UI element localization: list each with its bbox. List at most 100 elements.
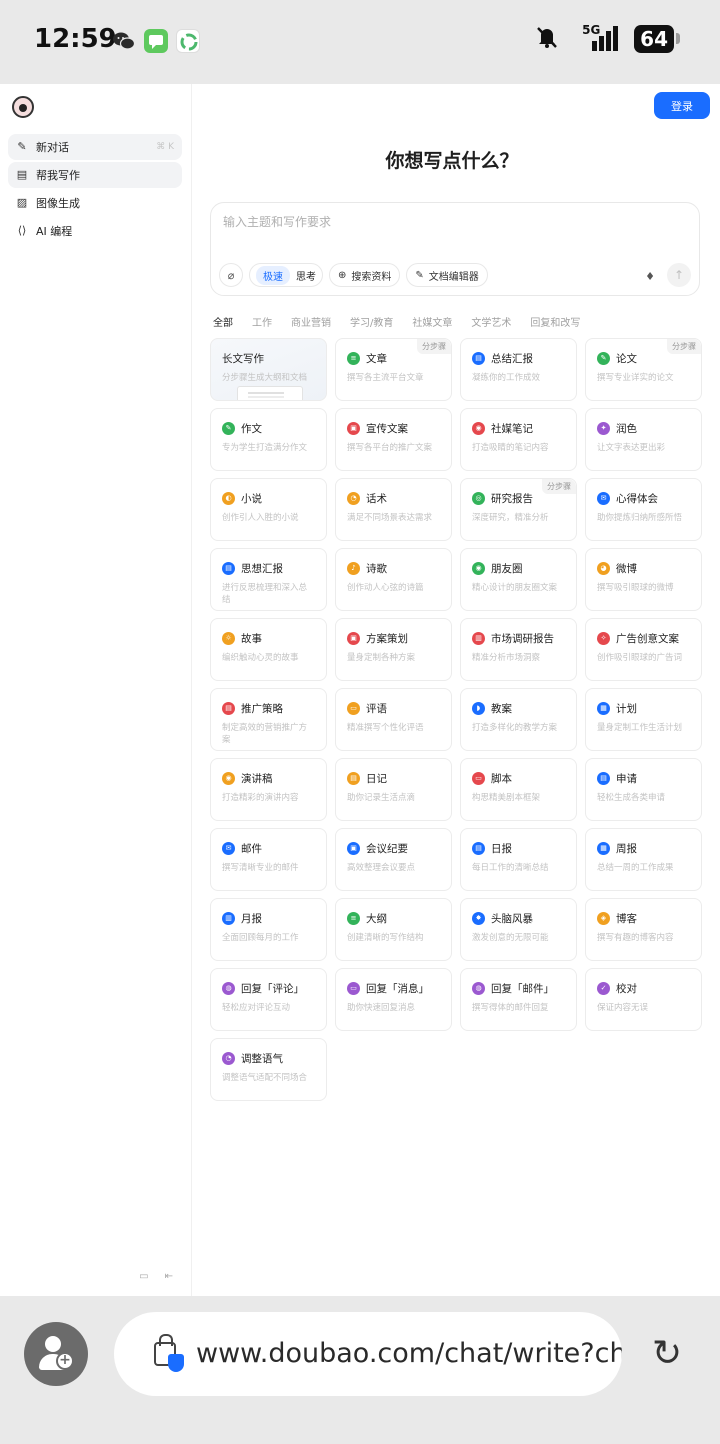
tab-1[interactable]: 工作: [252, 314, 272, 329]
tab-6[interactable]: 回复和改写: [530, 314, 580, 329]
wechat-icon: [112, 29, 136, 53]
card-description: 撰写吸引眼球的微博: [597, 583, 674, 593]
tab-5[interactable]: 文学艺术: [471, 314, 511, 329]
card-icon: ✎: [597, 352, 610, 365]
tab-4[interactable]: 社媒文章: [412, 314, 452, 329]
collapse-sidebar-icon[interactable]: ⇤: [165, 1271, 173, 1282]
template-card[interactable]: ▣ 方案策划 量身定制各种方案: [335, 618, 452, 681]
template-card[interactable]: ✸ 头脑风暴 激发创意的无限可能: [460, 898, 577, 961]
template-card[interactable]: ✦ 润色 让文字表达更出彩: [585, 408, 702, 471]
card-icon: ◍: [222, 982, 235, 995]
template-card[interactable]: ▭ 回复「消息」 助你快速回复消息: [335, 968, 452, 1031]
send-button[interactable]: ↑: [667, 263, 691, 287]
mode-fast-button[interactable]: 极速: [256, 265, 290, 285]
template-card[interactable]: ▦ 周报 总结一周的工作成果: [585, 828, 702, 891]
template-card[interactable]: ◍ 回复「评论」 轻松应对评论互动: [210, 968, 327, 1031]
card-icon: ◔: [347, 492, 360, 505]
card-icon: ▭: [472, 772, 485, 785]
card-description: 撰写专业详实的论文: [597, 373, 674, 383]
search-button[interactable]: ⊕ 搜索资料: [329, 263, 401, 287]
tab-2[interactable]: 商业营销: [291, 314, 331, 329]
card-title: 推广策略: [241, 703, 283, 715]
sidebar-item-label: AI 编程: [36, 225, 73, 238]
template-card[interactable]: ▤ 推广策略 制定高效的营销推广方案: [210, 688, 327, 751]
card-title: 调整语气: [241, 1053, 283, 1065]
template-card[interactable]: ▤ 思想汇报 进行反思梳理和深入总结: [210, 548, 327, 611]
template-card[interactable]: ≡ 文章 撰写各主流平台文章 分步骤: [335, 338, 452, 401]
card-description: 轻松生成各类申请: [597, 793, 666, 803]
template-card[interactable]: ▭ 评语 精准撰写个性化评语: [335, 688, 452, 751]
mode-think-button[interactable]: 思考: [296, 268, 316, 283]
address-bar[interactable]: www.doubao.com/chat/write?ch: [114, 1312, 622, 1396]
template-card[interactable]: ✉ 邮件 撰写清晰专业的邮件: [210, 828, 327, 891]
template-card[interactable]: ▥ 月报 全面回顾每月的工作: [210, 898, 327, 961]
document-preview-icon: [237, 386, 303, 400]
microphone-icon[interactable]: ♦: [645, 270, 655, 283]
card-icon: ▥: [222, 912, 235, 925]
card-title: 脚本: [491, 773, 512, 785]
card-header: ◉ 社媒笔记: [472, 421, 565, 436]
card-description: 量身定制工作生活计划: [597, 723, 683, 733]
status-bar: 12:59 5G 64: [0, 0, 720, 84]
template-card[interactable]: ♪ 诗歌 创作动人心弦的诗篇: [335, 548, 452, 611]
tab-3[interactable]: 学习/教育: [350, 314, 393, 329]
template-card[interactable]: ◈ 博客 撰写有趣的博客内容: [585, 898, 702, 961]
template-card[interactable]: ▥ 市场调研报告 精准分析市场洞察: [460, 618, 577, 681]
sidebar-item-write[interactable]: ▤ 帮我写作: [8, 162, 182, 188]
template-card[interactable]: ◎ 研究报告 深度研究，精准分析 分步骤: [460, 478, 577, 541]
feedback-icon[interactable]: ▭: [139, 1271, 148, 1282]
template-card[interactable]: ◔ 调整语气 调整语气适配不同场合: [210, 1038, 327, 1101]
template-card[interactable]: ◉ 朋友圈 精心设计的朋友圈文案: [460, 548, 577, 611]
url-text: www.doubao.com/chat/write?ch: [196, 1338, 622, 1369]
card-title: 文章: [366, 353, 387, 365]
template-card[interactable]: ▭ 脚本构思精美剧本框架: [460, 758, 577, 821]
card-header: ▤ 日报: [472, 841, 565, 856]
template-card[interactable]: ☼ 故事 编织触动心灵的故事: [210, 618, 327, 681]
template-card[interactable]: ✧ 广告创意文案 创作吸引眼球的广告词: [585, 618, 702, 681]
login-button[interactable]: 登录: [654, 92, 710, 119]
card-icon: ✓: [597, 982, 610, 995]
doc-editor-button[interactable]: ✎ 文档编辑器: [406, 263, 488, 287]
template-card[interactable]: ▤ 申请 轻松生成各类申请: [585, 758, 702, 821]
avatar[interactable]: [12, 96, 34, 118]
template-card[interactable]: ◐ 小说 创作引人入胜的小说: [210, 478, 327, 541]
paperclip-icon: ⌀: [227, 268, 235, 282]
template-card[interactable]: ◗ 教案 打造多样化的教学方案: [460, 688, 577, 751]
tab-0[interactable]: 全部: [213, 314, 233, 329]
template-card[interactable]: ✎ 论文 撰写专业详实的论文 分步骤: [585, 338, 702, 401]
card-header: ♪ 诗歌: [347, 561, 440, 576]
template-card[interactable]: ◔ 话术 满足不同场景表达需求: [335, 478, 452, 541]
template-card[interactable]: 长文写作 分步骤生成大纲和文档: [210, 338, 327, 401]
sidebar-item-new-chat[interactable]: ✎ 新对话 ⌘ K: [8, 134, 182, 160]
sidebar-item-code[interactable]: ⟨⟩ AI 编程: [8, 218, 182, 244]
sidebar-item-label: 新对话: [36, 141, 69, 154]
template-card[interactable]: ✎ 作文 专为学生打造满分作文: [210, 408, 327, 471]
template-card[interactable]: ✓ 校对 保证内容无误: [585, 968, 702, 1031]
template-card[interactable]: ▤ 总结汇报 凝练你的工作成效: [460, 338, 577, 401]
template-card[interactable]: ▤ 日报 每日工作的清晰总结: [460, 828, 577, 891]
card-header: ◗ 教案: [472, 701, 565, 716]
template-card[interactable]: ▦ 计划量身定制工作生活计划: [585, 688, 702, 751]
prompt-input[interactable]: 输入主题和写作要求: [223, 213, 331, 230]
card-description: 创建清晰的写作结构: [347, 933, 424, 943]
template-card[interactable]: ◕ 微博 撰写吸引眼球的微博: [585, 548, 702, 611]
template-card[interactable]: ≡ 大纲 创建清晰的写作结构: [335, 898, 452, 961]
category-tabs: 全部 工作 商业营销 学习/教育 社媒文章 文学艺术 回复和改写: [213, 314, 580, 329]
attach-button[interactable]: ⌀: [219, 263, 243, 287]
arrow-up-icon: ↑: [673, 268, 685, 282]
card-description: 撰写各主流平台文章: [347, 373, 424, 383]
card-header: ▦ 计划: [597, 701, 690, 716]
sidebar-item-image[interactable]: ▨ 图像生成: [8, 190, 182, 216]
template-card[interactable]: ▣ 会议纪要 高效整理会议要点: [335, 828, 452, 891]
card-icon: ♪: [347, 562, 360, 575]
card-icon: ◕: [597, 562, 610, 575]
add-account-button[interactable]: +: [24, 1322, 88, 1386]
template-card[interactable]: ✉ 心得体会 助你提炼归纳所感所悟: [585, 478, 702, 541]
card-description: 构思精美剧本框架: [472, 793, 541, 803]
template-card[interactable]: ▤ 日记 助你记录生活点滴: [335, 758, 452, 821]
template-card[interactable]: ▣ 宣传文案 撰写各平台的推广文案: [335, 408, 452, 471]
template-card[interactable]: ◍ 回复「邮件」 撰写得体的邮件回复: [460, 968, 577, 1031]
template-card[interactable]: ◉ 演讲稿 打造精彩的演讲内容: [210, 758, 327, 821]
template-card[interactable]: ◉ 社媒笔记 打造吸睛的笔记内容: [460, 408, 577, 471]
reload-icon[interactable]: ↻: [652, 1336, 682, 1372]
